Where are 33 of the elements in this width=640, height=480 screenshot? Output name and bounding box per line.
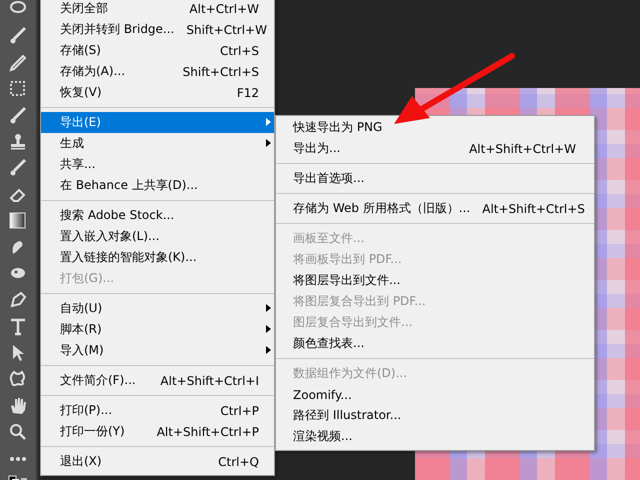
- menu-item[interactable]: 打印一份(Y) Alt+Shift+Ctrl+P: [41, 421, 274, 442]
- menu-item[interactable]: 置入嵌入对象(L)...: [41, 226, 274, 247]
- zoom-icon[interactable]: [8, 422, 28, 442]
- menu-item[interactable]: 存储为(A)... Shift+Ctrl+S: [41, 61, 274, 82]
- pen-nib-icon[interactable]: [8, 290, 28, 310]
- hand-icon[interactable]: [8, 396, 28, 416]
- menu-item[interactable]: 搜索 Adobe Stock...: [41, 205, 274, 226]
- stamp-icon[interactable]: [8, 132, 28, 152]
- menu-item[interactable]: Zoomify...: [276, 384, 594, 405]
- menu-item[interactable]: 打印(P)... Ctrl+P: [41, 400, 274, 421]
- menu-item[interactable]: 快速导出为 PNG: [276, 117, 594, 138]
- menu-item[interactable]: 存储(S) Ctrl+S: [41, 40, 274, 61]
- menu-item[interactable]: 导出(E): [41, 112, 274, 133]
- menu-item[interactable]: 颜色查找表...: [276, 333, 594, 354]
- menu-item[interactable]: 渲染视频...: [276, 426, 594, 447]
- menu-item[interactable]: 恢复(V) F12: [41, 82, 274, 103]
- gradient-square-icon[interactable]: [8, 211, 28, 232]
- menu-item[interactable]: 将图层导出到文件...: [276, 270, 594, 291]
- menu-item[interactable]: 导出首选项...: [276, 168, 594, 189]
- menu-item[interactable]: 文件简介(F)... Alt+Shift+Ctrl+I: [41, 370, 274, 391]
- menu-item[interactable]: 置入链接的智能对象(K)...: [41, 247, 274, 268]
- menu-item[interactable]: 在 Behance 上共享(D)...: [41, 175, 274, 196]
- menu-item[interactable]: 关闭全部 Alt+Ctrl+W: [41, 0, 274, 19]
- brush-icon[interactable]: [8, 158, 28, 178]
- menu-item[interactable]: 路径到 Illustrator...: [276, 405, 594, 426]
- menu-item[interactable]: 关闭并转到 Bridge... Shift+Ctrl+W: [41, 19, 274, 40]
- menu-item[interactable]: 共享...: [41, 154, 274, 175]
- brush-icon[interactable]: [8, 106, 28, 126]
- menu-item[interactable]: 退出(X) Ctrl+Q: [41, 451, 274, 472]
- menu-item[interactable]: 存储为 Web 所用格式（旧版）... Alt+Shift+Ctrl+S: [276, 198, 594, 219]
- text-tool-icon[interactable]: [8, 316, 28, 337]
- menu-item[interactable]: 导出为... Alt+Shift+Ctrl+W: [276, 138, 594, 159]
- brush-icon[interactable]: [8, 26, 28, 46]
